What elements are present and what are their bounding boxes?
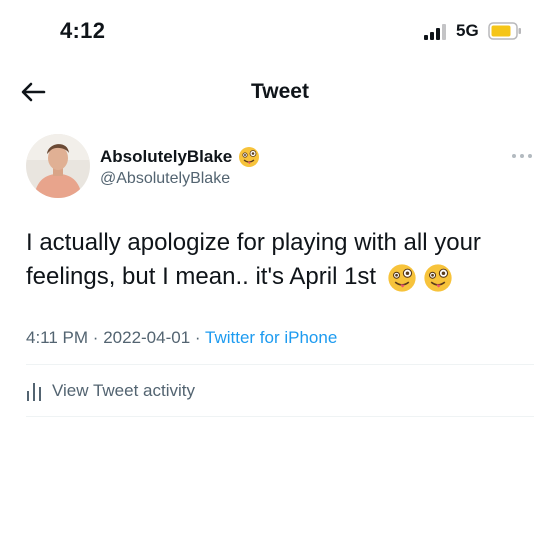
display-name[interactable]: AbsolutelyBlake (100, 146, 260, 168)
analytics-icon (27, 383, 41, 401)
more-icon (512, 154, 516, 158)
tweet-meta: 4:11 PM · 2022-04-01 · Twitter for iPhon… (26, 328, 337, 348)
signal-icon (424, 24, 446, 40)
meta-separator: · (92, 328, 99, 347)
tweet-text: I actually apologize for playing with al… (26, 226, 536, 294)
zany-face-emoji (239, 147, 260, 167)
divider (26, 416, 534, 417)
divider (26, 364, 534, 365)
more-button[interactable] (510, 150, 534, 162)
more-icon-dot (520, 154, 524, 158)
handle[interactable]: @AbsolutelyBlake (100, 170, 230, 188)
avatar[interactable] (26, 134, 90, 198)
tweet-date: 2022-04-01 (103, 328, 191, 347)
status-time: 4:12 (60, 18, 106, 43)
view-tweet-activity-label: View Tweet activity (52, 381, 195, 400)
page-title: Tweet (251, 80, 309, 103)
battery-icon (488, 22, 521, 40)
network-label: 5G (456, 21, 479, 40)
view-tweet-activity-button[interactable]: View Tweet activity (26, 376, 195, 406)
more-icon-dot (528, 154, 532, 158)
avatar-image (26, 134, 90, 198)
status-bar: 4:12 5G (0, 0, 560, 64)
zany-face-emoji (388, 264, 416, 292)
display-name-text: AbsolutelyBlake (100, 147, 233, 166)
meta-separator: · (194, 328, 201, 347)
tweet-source-link[interactable]: Twitter for iPhone (205, 328, 337, 347)
zany-face-emoji (424, 264, 453, 292)
nav-bar: Tweet (0, 70, 560, 114)
tweet-time: 4:11 PM (26, 328, 89, 347)
